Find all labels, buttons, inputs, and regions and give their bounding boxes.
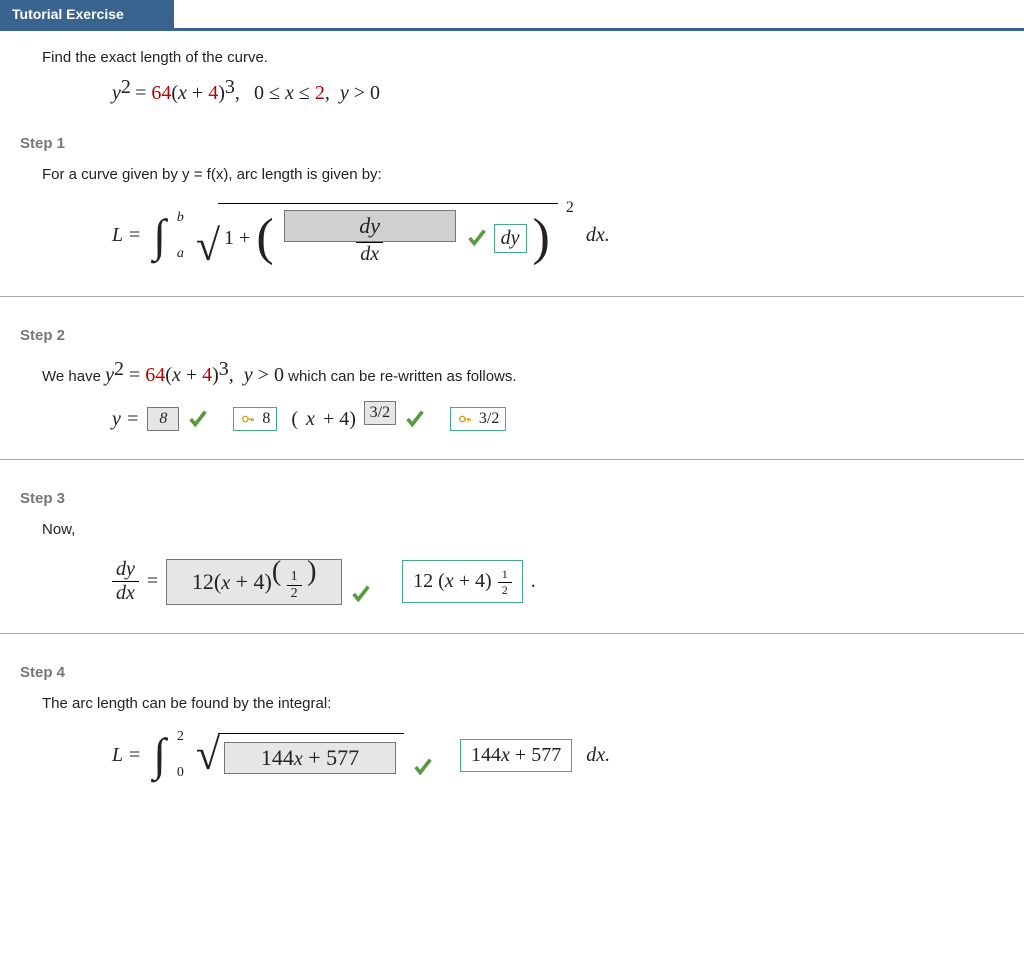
frac-den: dx <box>356 242 383 266</box>
step4-label: Step 4 <box>20 664 1024 681</box>
step3-label: Step 3 <box>20 490 1024 507</box>
step4-key: 144x + 577 <box>460 739 572 772</box>
int-upper: 2 <box>177 730 184 744</box>
exercise-equation: y2 = 64(x + 4)3, 0 ≤ x ≤ 2, y > 0 <box>112 76 982 105</box>
dy-dx: dy dx <box>112 558 139 605</box>
exercise-prompt: Find the exact length of the curve. <box>42 49 982 66</box>
step1-key-answer: dy <box>494 224 527 253</box>
key-icon <box>457 411 473 427</box>
int-upper: b <box>177 211 184 225</box>
sqrt-group: √ 1 + ( dy dx dy ) <box>196 203 558 268</box>
check-icon <box>412 756 434 778</box>
dy-dx-fraction: dy dx <box>280 210 460 266</box>
divider <box>0 459 1024 460</box>
step4-text: The arc length can be found by the integ… <box>42 695 982 712</box>
step4-dx: dx. <box>586 744 610 767</box>
eq-y: y <box>112 82 121 104</box>
step2-key-exp: 3/2 <box>450 407 506 431</box>
divider <box>0 296 1024 297</box>
step3-key: 12 (x + 4) 1 2 <box>402 560 523 603</box>
step2-label: Step 2 <box>20 327 1024 344</box>
int-lower: a <box>177 247 184 261</box>
one-plus: 1 + <box>224 227 250 250</box>
divider <box>0 633 1024 634</box>
sqrt-group: √ 144x + 577 <box>196 733 404 777</box>
step1-input-numerator[interactable]: dy <box>284 210 456 242</box>
step2-input-coeff[interactable]: 8 <box>147 407 179 431</box>
step1-L: L = <box>112 224 141 247</box>
step1-formula: L = ∫ b a √ 1 + ( dy dx dy <box>112 203 982 268</box>
tutorial-banner-row: Tutorial Exercise <box>0 0 1024 31</box>
check-icon <box>466 227 488 249</box>
step4-L: L = <box>112 744 141 767</box>
step3-equation: dy dx = 12(x + 4) ( 1 2 ) 12 (x + 4) 1 <box>112 558 982 605</box>
eq-coeff: 64 <box>151 82 171 104</box>
integral-symbol: ∫ b a <box>149 213 170 259</box>
check-icon <box>187 408 209 430</box>
tutorial-banner: Tutorial Exercise <box>0 0 174 28</box>
step1-label: Step 1 <box>20 135 1024 152</box>
step2-input-exp[interactable]: 3/2 <box>364 401 396 425</box>
step3-input[interactable]: 12(x + 4) ( 1 2 ) <box>166 559 342 605</box>
key-icon <box>240 411 256 427</box>
check-icon <box>350 583 372 605</box>
check-icon <box>404 408 426 430</box>
step3-text: Now, <box>42 521 982 538</box>
step2-equation: y = 8 8 (x + 4) 3/2 3/2 <box>112 407 982 431</box>
step4-input[interactable]: 144x + 577 <box>224 742 396 774</box>
outer-square: 2 <box>566 199 574 217</box>
int-lower: 0 <box>177 766 184 780</box>
period: . <box>531 570 536 593</box>
y-equals: y = <box>112 408 139 431</box>
integral-symbol: ∫ 2 0 <box>149 732 170 778</box>
step1-text: For a curve given by y = f(x), arc lengt… <box>42 166 982 183</box>
step2-text: We have y2 = 64(x + 4)3, y > 0 which can… <box>42 358 982 387</box>
step2-key-coeff: 8 <box>233 407 277 431</box>
step1-dx: dx. <box>586 224 610 247</box>
step4-formula: L = ∫ 2 0 √ 144x + 577 144x + 577 dx. <box>112 732 982 778</box>
eq-const: 4 <box>208 82 218 104</box>
